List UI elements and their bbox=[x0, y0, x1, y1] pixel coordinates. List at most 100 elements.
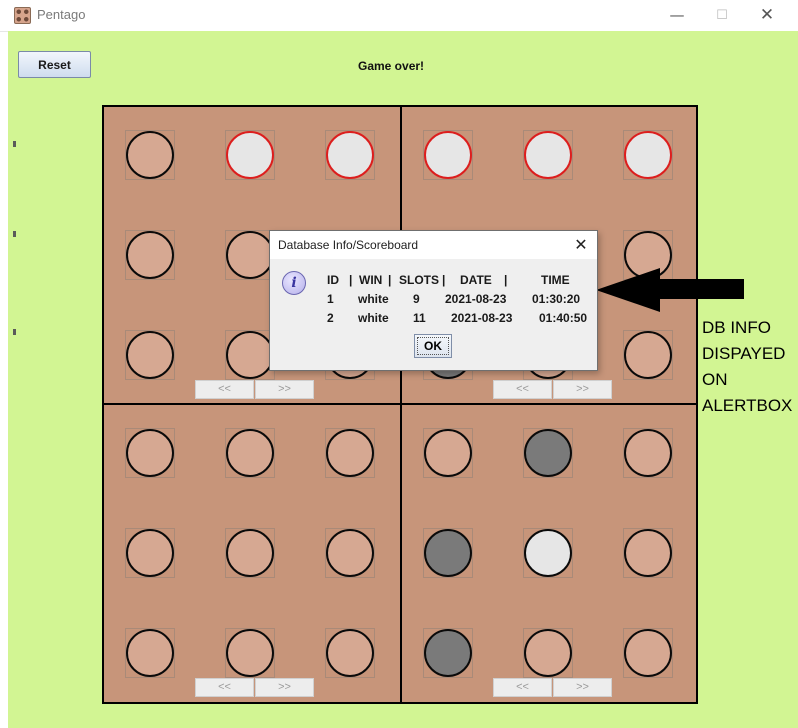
board-cell[interactable] bbox=[623, 330, 673, 380]
empty-slot[interactable] bbox=[524, 629, 572, 677]
column-header-date: DATE bbox=[460, 273, 492, 287]
board-cell[interactable] bbox=[623, 428, 673, 478]
board-cell[interactable] bbox=[325, 528, 375, 578]
board-cell[interactable] bbox=[125, 230, 175, 280]
empty-slot[interactable] bbox=[126, 529, 174, 577]
empty-slot[interactable] bbox=[326, 629, 374, 677]
board-cell[interactable] bbox=[325, 628, 375, 678]
white-marble-winning[interactable] bbox=[226, 131, 274, 179]
rotate-left-button[interactable]: << bbox=[493, 678, 552, 697]
white-marble-winning[interactable] bbox=[326, 131, 374, 179]
information-icon: i bbox=[282, 271, 306, 295]
board-cell[interactable] bbox=[523, 428, 573, 478]
board-cell[interactable] bbox=[623, 130, 673, 180]
rotation-controls: << >> bbox=[493, 380, 613, 399]
dialog-close-button[interactable]: ✕ bbox=[566, 233, 596, 257]
rotate-right-button[interactable]: >> bbox=[553, 380, 612, 399]
close-button[interactable]: ✕ bbox=[745, 2, 789, 29]
column-separator: | bbox=[504, 273, 508, 287]
empty-slot[interactable] bbox=[226, 629, 274, 677]
edge-mark bbox=[13, 329, 16, 335]
window-title: Pentago bbox=[37, 7, 86, 22]
empty-slot[interactable] bbox=[126, 331, 174, 379]
column-header-win: WIN bbox=[359, 273, 383, 287]
board-cell[interactable] bbox=[225, 628, 275, 678]
empty-slot[interactable] bbox=[226, 429, 274, 477]
minimize-button[interactable]: — bbox=[655, 2, 699, 29]
board-cell[interactable] bbox=[125, 330, 175, 380]
annotation-line: DB INFO bbox=[702, 318, 771, 337]
board-cell[interactable] bbox=[225, 528, 275, 578]
white-marble-winning[interactable] bbox=[624, 131, 672, 179]
white-marble-winning[interactable] bbox=[524, 131, 572, 179]
window-titlebar: Pentago — ☐ ✕ bbox=[0, 0, 798, 32]
row-1-slots: 9 bbox=[413, 292, 420, 306]
rotate-right-button[interactable]: >> bbox=[255, 380, 314, 399]
white-marble-winning[interactable] bbox=[424, 131, 472, 179]
board-cell[interactable] bbox=[325, 130, 375, 180]
board-cell[interactable] bbox=[125, 130, 175, 180]
board-cell[interactable] bbox=[225, 330, 275, 380]
empty-slot[interactable] bbox=[326, 529, 374, 577]
column-header-id: ID bbox=[327, 273, 339, 287]
empty-slot[interactable] bbox=[624, 529, 672, 577]
rotation-controls: << >> bbox=[493, 678, 613, 697]
grey-marble[interactable] bbox=[424, 629, 472, 677]
empty-slot[interactable] bbox=[126, 131, 174, 179]
empty-slot[interactable] bbox=[126, 429, 174, 477]
empty-slot[interactable] bbox=[226, 529, 274, 577]
empty-slot[interactable] bbox=[226, 231, 274, 279]
board-cell[interactable] bbox=[523, 130, 573, 180]
dialog-titlebar: Database Info/Scoreboard ✕ bbox=[270, 231, 597, 259]
quadrant-bottom-left: << >> bbox=[104, 405, 402, 702]
rotate-right-button[interactable]: >> bbox=[255, 678, 314, 697]
row-1-id: 1 bbox=[327, 292, 334, 306]
board-cell[interactable] bbox=[523, 628, 573, 678]
rotate-left-button[interactable]: << bbox=[195, 678, 254, 697]
reset-button[interactable]: Reset bbox=[18, 51, 91, 78]
board-cell[interactable] bbox=[125, 628, 175, 678]
rotate-left-button[interactable]: << bbox=[493, 380, 552, 399]
edge-mark bbox=[13, 141, 16, 147]
rotate-left-button[interactable]: << bbox=[195, 380, 254, 399]
board-cell[interactable] bbox=[423, 428, 473, 478]
rotation-controls: << >> bbox=[195, 380, 315, 399]
ok-button[interactable]: OK bbox=[414, 334, 452, 358]
board-cell[interactable] bbox=[423, 130, 473, 180]
empty-slot[interactable] bbox=[624, 429, 672, 477]
empty-slot[interactable] bbox=[424, 429, 472, 477]
empty-slot[interactable] bbox=[326, 429, 374, 477]
column-separator: | bbox=[388, 273, 392, 287]
row-1-win: white bbox=[358, 292, 389, 306]
empty-slot[interactable] bbox=[126, 629, 174, 677]
empty-slot[interactable] bbox=[126, 231, 174, 279]
pentago-board-icon bbox=[14, 7, 31, 24]
empty-slot[interactable] bbox=[226, 331, 274, 379]
board-cell[interactable] bbox=[623, 528, 673, 578]
board-cell[interactable] bbox=[325, 428, 375, 478]
rotate-right-button[interactable]: >> bbox=[553, 678, 612, 697]
game-status: Game over! bbox=[358, 59, 425, 73]
row-1-date: 2021-08-23 bbox=[445, 292, 507, 306]
grey-marble[interactable] bbox=[424, 529, 472, 577]
window-edge-marks bbox=[8, 141, 16, 441]
board-cell[interactable] bbox=[125, 528, 175, 578]
board-cell[interactable] bbox=[225, 130, 275, 180]
board-cell[interactable] bbox=[423, 628, 473, 678]
board-cell[interactable] bbox=[423, 528, 473, 578]
board-cell[interactable] bbox=[125, 428, 175, 478]
row-2-time: 01:40:50 bbox=[539, 311, 588, 325]
board-cell[interactable] bbox=[523, 528, 573, 578]
board-cell[interactable] bbox=[225, 230, 275, 280]
column-header-slots: SLOTS bbox=[399, 273, 440, 287]
column-separator: | bbox=[349, 273, 353, 287]
maximize-button[interactable]: ☐ bbox=[700, 2, 744, 29]
board-cell[interactable] bbox=[225, 428, 275, 478]
board-cell[interactable] bbox=[623, 628, 673, 678]
empty-slot[interactable] bbox=[624, 331, 672, 379]
grey-marble[interactable] bbox=[524, 429, 572, 477]
empty-slot[interactable] bbox=[624, 629, 672, 677]
left-arrow-annotation bbox=[596, 268, 744, 312]
white-marble[interactable] bbox=[524, 529, 572, 577]
row-2-id: 2 bbox=[327, 311, 334, 325]
